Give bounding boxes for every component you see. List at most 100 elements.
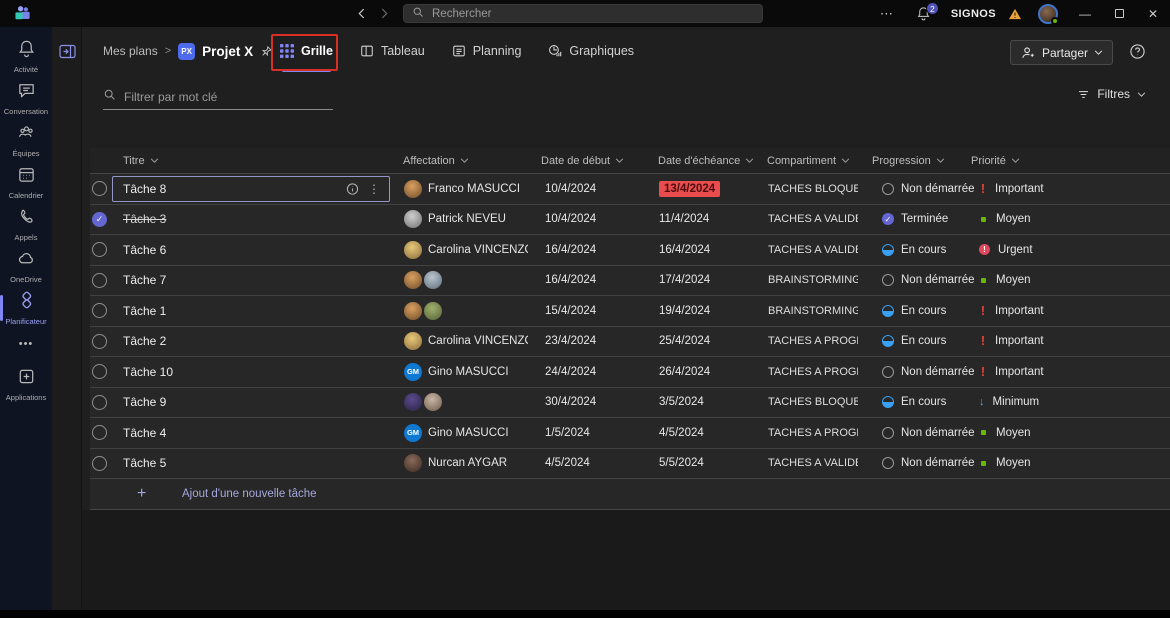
column-header-3[interactable]: Date de début: [541, 148, 624, 173]
task-progress[interactable]: Non démarrée: [882, 174, 974, 204]
task-priority[interactable]: !Important: [979, 327, 1044, 357]
breadcrumb-my-plans[interactable]: Mes plans: [103, 44, 158, 58]
bucket-name[interactable]: TACHES A VALIDE: [768, 205, 858, 235]
task-assignees[interactable]: Nurcan AYGAR: [404, 449, 528, 479]
bucket-name[interactable]: TACHES A PROGR: [768, 357, 858, 387]
sidebar-item-activité[interactable]: Activité: [0, 35, 52, 77]
task-checkbox[interactable]: [92, 449, 107, 479]
start-date[interactable]: 23/4/2024: [545, 327, 596, 357]
search-input[interactable]: [432, 8, 754, 20]
task-checkbox[interactable]: [92, 266, 107, 296]
column-header-6[interactable]: Progression: [872, 148, 945, 173]
start-date[interactable]: 1/5/2024: [545, 418, 590, 448]
task-priority[interactable]: !Important: [979, 357, 1044, 387]
tab-grille[interactable]: Grille: [280, 27, 333, 75]
bucket-name[interactable]: BRAINSTORMING: [768, 296, 858, 326]
tab-graphiques[interactable]: Graphiques: [548, 27, 634, 75]
start-date[interactable]: 30/4/2024: [545, 388, 596, 418]
table-row[interactable]: Tâche 2 Carolina VINCENZO 23/4/2024 25/4/20…: [90, 327, 1170, 358]
task-title[interactable]: Tâche 2: [123, 327, 166, 357]
task-assignees[interactable]: [404, 266, 528, 296]
user-avatar[interactable]: [1038, 4, 1058, 24]
bucket-name[interactable]: TACHES BLOQUEE: [768, 174, 858, 204]
keyword-filter[interactable]: [103, 84, 333, 110]
share-button[interactable]: Partager: [1010, 40, 1113, 65]
column-header-1[interactable]: Titre: [123, 148, 159, 173]
sidebar-item-onedrive[interactable]: OneDrive: [0, 245, 52, 287]
column-header-5[interactable]: Compartiment: [767, 148, 850, 173]
titlebar-more-icon[interactable]: ⋯: [868, 6, 906, 22]
task-assignees[interactable]: [404, 296, 528, 326]
sidebar-item-équipes[interactable]: Équipes: [0, 119, 52, 161]
task-title[interactable]: Tâche 9: [123, 388, 166, 418]
task-progress[interactable]: En cours: [882, 296, 974, 326]
due-date[interactable]: 3/5/2024: [659, 388, 704, 418]
bucket-name[interactable]: TACHES A VALIDE: [768, 235, 858, 265]
bucket-name[interactable]: TACHES A PROGR: [768, 327, 858, 357]
due-date[interactable]: 26/4/2024: [659, 357, 710, 387]
open-pane-icon[interactable]: [59, 44, 76, 59]
due-date[interactable]: 25/4/2024: [659, 327, 710, 357]
sidebar-item-appels[interactable]: Appels: [0, 203, 52, 245]
maximize-button[interactable]: [1102, 0, 1136, 27]
sidebar-item-planificateur[interactable]: Planificateur: [0, 287, 52, 329]
task-progress[interactable]: Non démarrée: [882, 418, 974, 448]
tab-tableau[interactable]: Tableau: [360, 27, 425, 75]
task-progress[interactable]: ✓Terminée: [882, 205, 974, 235]
global-search[interactable]: [403, 4, 763, 23]
task-assignees[interactable]: Carolina VINCENZO: [404, 327, 528, 357]
table-row[interactable]: Tâche 716/4/202417/4/2024BRAINSTORMINGNo…: [90, 266, 1170, 297]
sidebar-item-calendrier[interactable]: Calendrier: [0, 161, 52, 203]
due-date[interactable]: 4/5/2024: [659, 418, 704, 448]
start-date[interactable]: 16/4/2024: [545, 266, 596, 296]
due-date[interactable]: 5/5/2024: [659, 449, 704, 479]
help-icon[interactable]: [1129, 43, 1146, 60]
task-title[interactable]: Tâche 7: [123, 266, 166, 296]
table-row[interactable]: ⋮Tâche 8Franco MASUCCI10/4/202413/4/2024…: [90, 174, 1170, 205]
info-icon[interactable]: [346, 182, 359, 195]
due-date[interactable]: 16/4/2024: [659, 235, 710, 265]
due-date[interactable]: 17/4/2024: [659, 266, 710, 296]
task-priority[interactable]: Moyen: [979, 418, 1031, 448]
column-header-4[interactable]: Date d'échéance: [658, 148, 754, 173]
task-progress[interactable]: Non démarrée: [882, 449, 974, 479]
sidebar-item-applications[interactable]: Applications: [0, 363, 52, 405]
task-title[interactable]: Tâche 1: [123, 296, 166, 326]
due-date[interactable]: 13/4/2024: [659, 174, 720, 204]
table-row[interactable]: Tâche 6Carolina VINCENZO16/4/202416/4/20…: [90, 235, 1170, 266]
table-row[interactable]: Tâche 10GMGino MASUCCI24/4/202426/4/2024…: [90, 357, 1170, 388]
notifications-bell-icon[interactable]: 2: [906, 6, 941, 21]
task-checkbox[interactable]: [92, 174, 107, 204]
task-title[interactable]: Tâche 3: [123, 205, 166, 235]
task-priority[interactable]: Moyen: [979, 449, 1031, 479]
tab-planning[interactable]: Planning: [452, 27, 522, 75]
table-row[interactable]: Tâche 115/4/202419/4/2024BRAINSTORMINGEn…: [90, 296, 1170, 327]
kebab-menu-icon[interactable]: ⋮: [368, 183, 380, 195]
rail-more-icon[interactable]: •••: [0, 329, 52, 359]
task-checkbox[interactable]: [92, 235, 107, 265]
task-checkbox[interactable]: [92, 418, 107, 448]
pin-icon[interactable]: [260, 45, 273, 58]
close-button[interactable]: ✕: [1136, 0, 1170, 27]
task-priority[interactable]: Moyen: [979, 266, 1031, 296]
start-date[interactable]: 4/5/2024: [545, 449, 590, 479]
table-row[interactable]: Tâche 4 GMGino MASUCCI 1/5/2024 4/5/2024 TAC…: [90, 418, 1170, 449]
task-title[interactable]: Tâche 4: [123, 418, 166, 448]
sidebar-item-conversation[interactable]: Conversation: [0, 77, 52, 119]
warning-icon[interactable]: [1002, 8, 1028, 20]
task-checkbox[interactable]: ✓: [92, 205, 107, 235]
add-task-row[interactable]: + Ajout d'une nouvelle tâche: [90, 479, 1170, 510]
task-assignees[interactable]: GMGino MASUCCI: [404, 418, 528, 448]
task-priority[interactable]: ↓Minimum: [979, 388, 1039, 418]
keyword-filter-input[interactable]: [124, 90, 333, 104]
task-priority[interactable]: !Important: [979, 174, 1044, 204]
task-assignees[interactable]: Franco MASUCCI: [404, 174, 528, 204]
task-priority[interactable]: Moyen: [979, 205, 1031, 235]
bucket-name[interactable]: TACHES A PROGR: [768, 418, 858, 448]
task-title[interactable]: Tâche 6: [123, 235, 166, 265]
task-title[interactable]: Tâche 10: [123, 357, 173, 387]
forward-icon[interactable]: [381, 8, 388, 19]
due-date[interactable]: 11/4/2024: [659, 205, 709, 235]
task-progress[interactable]: En cours: [882, 235, 974, 265]
task-progress[interactable]: Non démarrée: [882, 266, 974, 296]
